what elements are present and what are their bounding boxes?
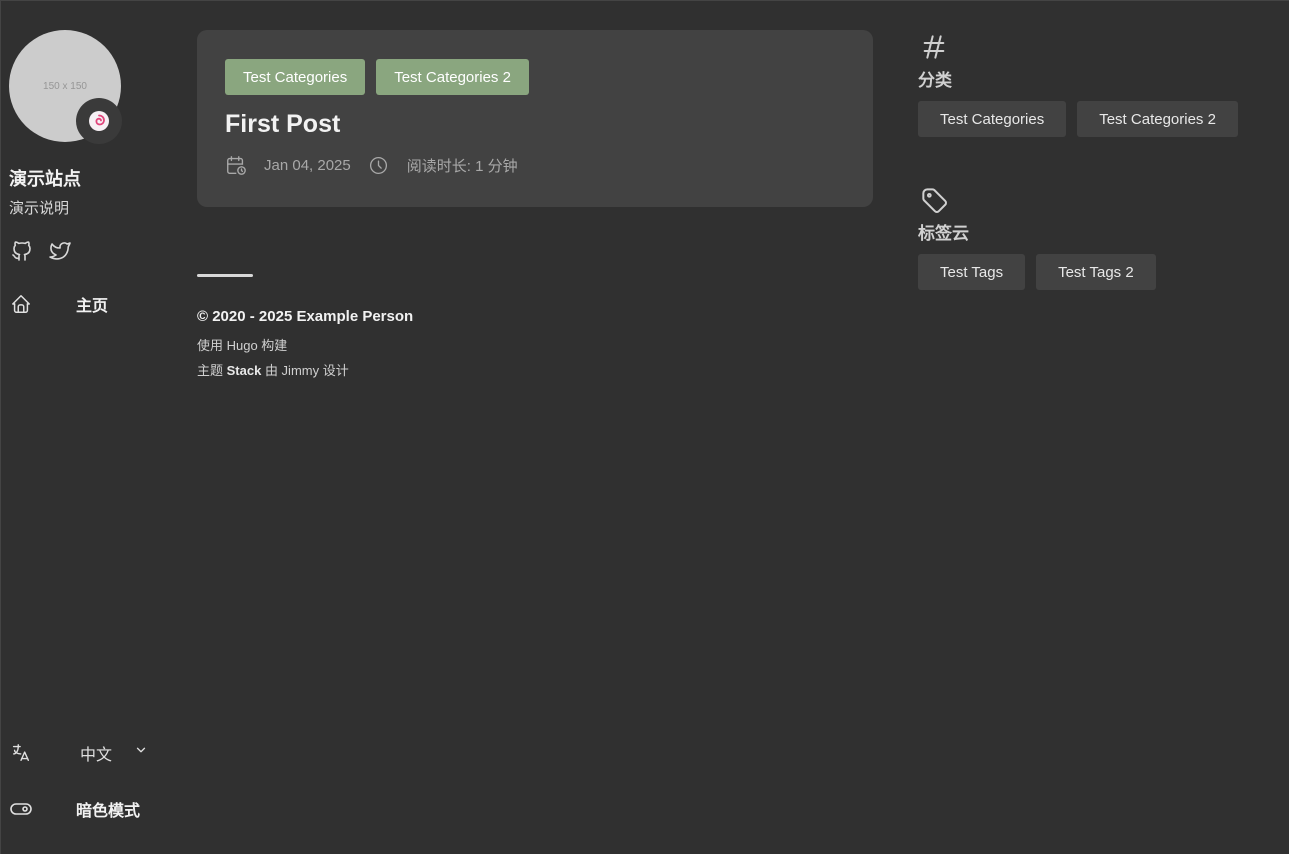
category-link[interactable]: Test Categories: [918, 101, 1067, 137]
site-footer: © 2020 - 2025 Example Person 使用 Hugo 构建 …: [197, 274, 413, 379]
categories-list: Test Categories Test Categories 2: [918, 101, 1258, 137]
main-content: Test Categories Test Categories 2 First …: [197, 30, 873, 207]
avatar-container[interactable]: 150 x 150: [9, 30, 122, 144]
emoji-badge: [76, 98, 122, 144]
theme-credit: 主题 Stack 由 Jimmy 设计: [197, 360, 413, 379]
site-name[interactable]: 演示站点: [9, 165, 81, 191]
language-icon: [9, 741, 33, 765]
tag-cloud-widget-title: 标签云: [918, 224, 969, 243]
post-categories: Test Categories Test Categories 2: [225, 59, 845, 95]
tag-link[interactable]: Test Tags 2: [1036, 254, 1156, 290]
tag-icon: [918, 183, 952, 217]
theme-name-link[interactable]: Stack: [227, 363, 262, 378]
language-selector[interactable]: 中文: [9, 741, 146, 765]
menu-item-home[interactable]: 主页: [9, 292, 108, 316]
right-sidebar: 分类 Test Categories Test Categories 2 标签云…: [918, 30, 1258, 290]
avatar-placeholder-text: 150 x 150: [43, 80, 87, 92]
copyright: © 2020 - 2025 Example Person: [197, 308, 414, 325]
hash-icon: [918, 30, 952, 64]
twitter-icon[interactable]: [47, 238, 73, 264]
home-icon: [9, 292, 33, 316]
github-icon[interactable]: [9, 238, 35, 264]
tag-cloud-list: Test Tags Test Tags 2: [918, 254, 1258, 290]
footer-divider: [197, 274, 253, 277]
left-sidebar: 150 x 150 演示站点 演示说明 主页 中文 暗色模式: [0, 0, 170, 854]
calendar-icon: [225, 154, 247, 176]
theme-suffix: 由 Jimmy 设计: [261, 363, 349, 378]
built-with: 使用 Hugo 构建: [197, 338, 288, 353]
site-description: 演示说明: [9, 200, 70, 217]
toggle-icon: [9, 797, 33, 821]
clock-icon: [368, 154, 390, 176]
post-category-tag[interactable]: Test Categories: [225, 59, 366, 95]
post-category-tag[interactable]: Test Categories 2: [376, 59, 529, 95]
post-card[interactable]: Test Categories Test Categories 2 First …: [197, 30, 873, 207]
post-meta: Jan 04, 2025 阅读时长: 1 分钟: [225, 154, 845, 176]
category-link[interactable]: Test Categories 2: [1077, 101, 1238, 137]
tag-cloud-widget: 标签云 Test Tags Test Tags 2: [918, 183, 1258, 290]
tag-link[interactable]: Test Tags: [918, 254, 1026, 290]
dark-mode-toggle[interactable]: 暗色模式: [9, 797, 140, 821]
social-links: [9, 238, 73, 264]
menu-item-home-label: 主页: [76, 298, 109, 315]
language-label: 中文: [80, 747, 113, 764]
post-date: Jan 04, 2025: [264, 156, 351, 174]
chevron-down-icon: [134, 743, 148, 762]
post-title[interactable]: First Post: [225, 110, 845, 139]
categories-widget-title: 分类: [918, 71, 952, 90]
theme-prefix: 主题: [197, 363, 227, 378]
narutomaki-icon: [89, 111, 109, 131]
reading-time: 阅读时长: 1 分钟: [406, 157, 518, 175]
categories-widget: 分类 Test Categories Test Categories 2: [918, 30, 1258, 137]
dark-mode-label: 暗色模式: [76, 803, 141, 820]
